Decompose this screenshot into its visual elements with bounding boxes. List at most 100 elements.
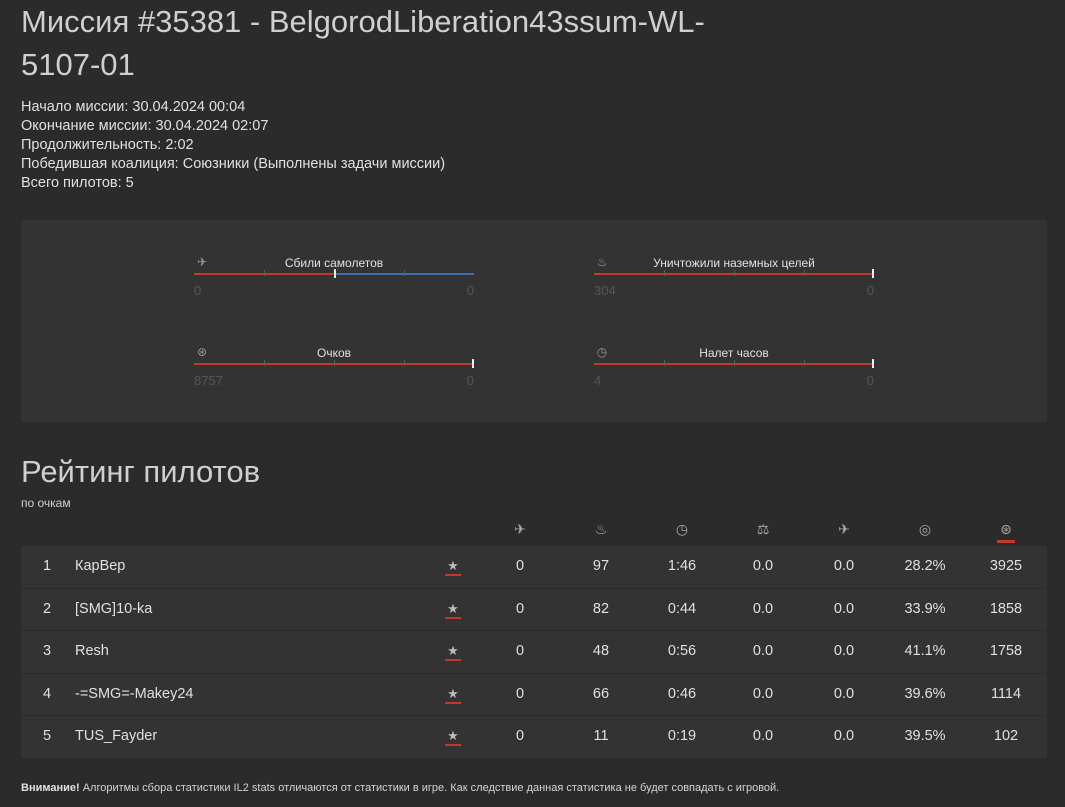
column-header-plane-crash-icon[interactable]: ✈ — [804, 518, 884, 540]
stat-value-left: 8757 — [194, 373, 223, 388]
cell-value: 0.0 — [833, 643, 855, 659]
cell-value: 0.0 — [833, 600, 855, 617]
stat-bar-tick — [404, 270, 405, 276]
column-header-fire-icon[interactable]: ♨ — [561, 518, 641, 540]
stat-bar-tick — [734, 360, 735, 366]
star-icon: ★ — [445, 686, 461, 704]
cell-value: 0 — [515, 558, 525, 574]
stat-flight-hours: ◷ Налет часов 4 0 — [594, 345, 874, 388]
clock-icon: ◷ — [675, 521, 689, 537]
stat-points: ⊛ Очков 8757 0 — [194, 345, 474, 388]
star-icon: ★ — [445, 728, 461, 746]
cell-value: 39.6% — [904, 685, 946, 702]
medal-icon: ⊛ — [997, 518, 1015, 543]
cell-value: 41.1% — [904, 643, 946, 659]
table-row[interactable]: 2 [SMG]10-ka ★ 0 82 0:44 0.0 0.0 33.9% 1858 — [21, 588, 1047, 631]
fire-icon: ♨ — [594, 521, 608, 537]
stat-bar-tick — [334, 360, 335, 366]
stat-bar-marker — [872, 269, 874, 278]
cell-value: 97 — [592, 558, 610, 574]
pilot-name-link[interactable]: [SMG]10-ka — [75, 589, 152, 629]
stat-planes-shot: ✈ Сбили самолетов 0 0 — [194, 255, 474, 298]
table-row[interactable]: 3 Resh ★ 0 48 0:56 0.0 0.0 41.1% 1758 — [21, 631, 1047, 674]
stat-bar-tick — [664, 360, 665, 366]
stat-bar-marker — [334, 269, 336, 278]
cell-value: 28.2% — [904, 558, 946, 574]
stat-bar-tick — [264, 270, 265, 276]
pilot-name-link[interactable]: Resh — [75, 631, 109, 671]
cell-value: 0 — [515, 600, 525, 617]
stat-value-right: 0 — [866, 283, 874, 298]
stat-bar-marker — [472, 359, 474, 368]
stat-ground-targets: ♨ Уничтожили наземных целей 304 0 — [594, 255, 874, 298]
mission-winner: Победившая коалиция: Союзники (Выполнены… — [21, 156, 446, 172]
plane-icon: ✈ — [514, 521, 526, 537]
pilot-name-link[interactable]: КарВер — [75, 546, 125, 586]
cell-value: 82 — [592, 600, 610, 617]
cell-value: 0.0 — [752, 685, 774, 702]
footer-warning-label: Внимание! — [21, 782, 80, 794]
mission-start: Начало миссии: 30.04.2024 00:04 — [21, 99, 246, 115]
mission-pilots: Всего пилотов: 5 — [21, 175, 134, 191]
column-header-medal-icon[interactable]: ⊛ — [966, 518, 1046, 543]
cell-value: 0.0 — [752, 558, 774, 574]
mission-title: Миссия #35381 - BelgorodLiberation43ssum… — [21, 4, 705, 82]
pilot-rank: 5 — [42, 728, 52, 744]
cell-value: 0.0 — [752, 728, 774, 744]
mission-summary-panel: ✈ Сбили самолетов 0 0 ♨ Уничтожили наземных … — [21, 220, 1047, 422]
cell-value: 39.5% — [904, 728, 946, 744]
star-icon: ★ — [445, 601, 461, 619]
pilot-rank: 3 — [42, 643, 52, 659]
cell-value: 0:44 — [667, 600, 697, 617]
cell-value: 1114 — [990, 685, 1022, 702]
column-header-scales-icon[interactable]: ⚖ — [723, 518, 803, 540]
column-header-plane-icon[interactable]: ✈ — [480, 518, 560, 540]
rating-subtitle: по очкам — [21, 496, 71, 510]
column-header-target-icon[interactable]: ◎ — [885, 518, 965, 540]
stat-label: Уничтожили наземных целей — [653, 256, 815, 270]
stat-value-right: 0 — [466, 373, 474, 388]
rating-title: Рейтинг пилотов — [21, 454, 261, 489]
stat-bar-tick — [804, 360, 805, 366]
stat-value-right: 0 — [466, 283, 474, 298]
star-icon: ★ — [445, 558, 461, 576]
table-row[interactable]: 1 КарВер ★ 0 97 1:46 0.0 0.0 28.2% 3925 — [21, 546, 1047, 589]
target-icon: ◎ — [918, 521, 932, 537]
pilot-name-link[interactable]: -=SMG=-Makey24 — [75, 674, 193, 714]
cell-value: 0 — [515, 728, 525, 744]
cell-value: 0.0 — [833, 558, 855, 574]
stat-bar-tick — [264, 360, 265, 366]
cell-value: 0:46 — [667, 685, 697, 702]
cell-value: 33.9% — [904, 600, 946, 617]
rating-table-header: ✈ ♨ ◷ ⚖ ✈ ◎ ⊛ — [21, 518, 1047, 546]
cell-value: 1858 — [989, 600, 1023, 617]
pilot-rank: 2 — [42, 600, 52, 617]
mission-end: Окончание миссии: 30.04.2024 02:07 — [21, 118, 269, 134]
cell-value: 0.0 — [833, 685, 855, 702]
mission-duration: Продолжительность: 2:02 — [21, 137, 194, 153]
footer-notice: Внимание! Алгоритмы сбора статистики IL2… — [21, 782, 779, 794]
table-row[interactable]: 5 TUS_Fayder ★ 0 11 0:19 0.0 0.0 39.5% 102 — [21, 716, 1047, 759]
cell-value: 1758 — [989, 643, 1023, 659]
pilot-name-link[interactable]: TUS_Fayder — [75, 716, 157, 756]
cell-value: 48 — [592, 643, 610, 659]
cell-value: 1:46 — [667, 558, 697, 574]
stat-bar-tick — [404, 360, 405, 366]
stat-label: Очков — [316, 346, 352, 360]
stat-bar-marker — [872, 359, 874, 368]
stat-bar-tick — [664, 270, 665, 276]
cell-value: 66 — [592, 685, 610, 702]
stat-value-left: 0 — [194, 283, 202, 298]
pilot-rank: 4 — [42, 685, 52, 702]
pilot-rank: 1 — [42, 558, 52, 574]
stat-label: Налет часов — [699, 346, 769, 360]
stat-label: Сбили самолетов — [284, 256, 384, 270]
cell-value: 11 — [593, 728, 609, 744]
stat-value-right: 0 — [866, 373, 874, 388]
cell-value: 0:19 — [667, 728, 697, 744]
cell-value: 0:56 — [667, 643, 697, 659]
table-row[interactable]: 4 -=SMG=-Makey24 ★ 0 66 0:46 0.0 0.0 39.6% 1114 — [21, 673, 1047, 716]
star-icon: ★ — [445, 643, 461, 661]
cell-value: 0.0 — [752, 643, 774, 659]
column-header-clock-icon[interactable]: ◷ — [642, 518, 722, 540]
